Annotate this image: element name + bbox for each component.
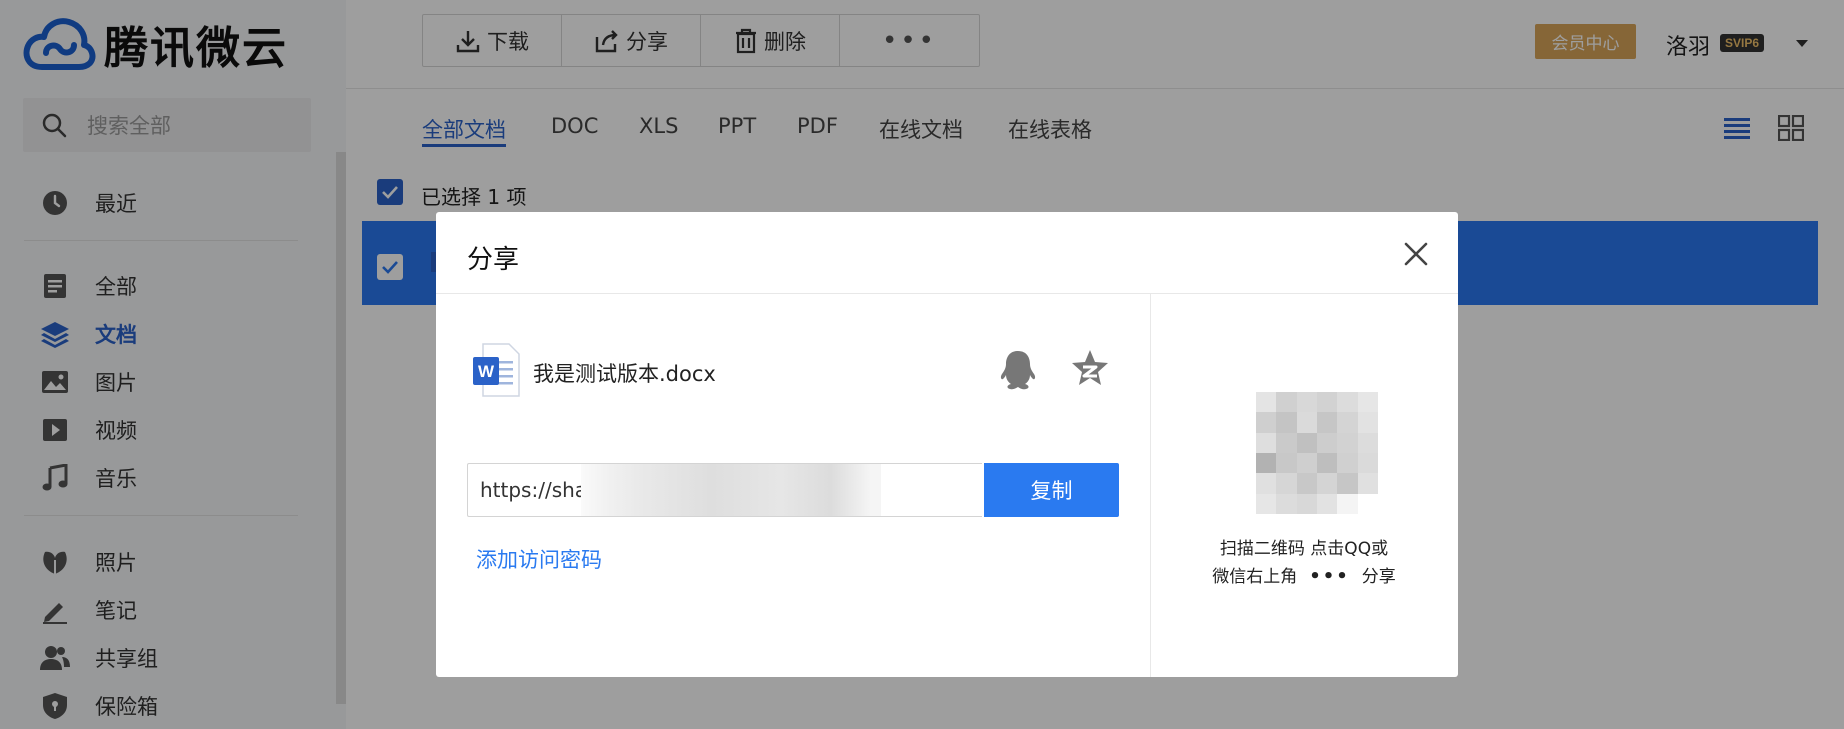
dialog-title: 分享 xyxy=(467,245,520,275)
qr-share-hint: 扫描二维码 点击QQ或 微信右上角 ••• 分享 xyxy=(1150,536,1458,591)
share-link-field[interactable]: https://sha xyxy=(467,463,982,517)
dialog-header-divider xyxy=(436,293,1458,294)
close-icon[interactable] xyxy=(1403,241,1429,267)
more-dots-icon: ••• xyxy=(1309,566,1350,587)
file-name: 我是测试版本.docx xyxy=(533,362,716,386)
copy-link-button[interactable]: 复制 xyxy=(984,463,1119,517)
share-link-text: https://sha xyxy=(480,478,588,502)
qr-hint-line-2-pre: 微信右上角 xyxy=(1212,567,1298,587)
svg-text:W: W xyxy=(478,362,495,381)
share-dialog: 分享 W 我是测试版本.docx https://sha 复制 添加访问密码 扫… xyxy=(436,212,1458,677)
dialog-column-divider xyxy=(1150,294,1151,677)
word-doc-icon: W xyxy=(473,343,520,397)
qr-hint-line-2-post: 分享 xyxy=(1361,567,1396,587)
qr-hint-line-1: 扫描二维码 点击QQ或 xyxy=(1219,539,1389,559)
qzone-share-icon[interactable] xyxy=(1071,349,1109,387)
qq-share-icon[interactable] xyxy=(998,349,1038,391)
qr-code xyxy=(1256,392,1378,514)
add-password-link[interactable]: 添加访问密码 xyxy=(476,544,602,574)
redacted-link-blur xyxy=(581,464,881,516)
qr-hint-line-2: 微信右上角 ••• 分享 xyxy=(1150,563,1458,591)
